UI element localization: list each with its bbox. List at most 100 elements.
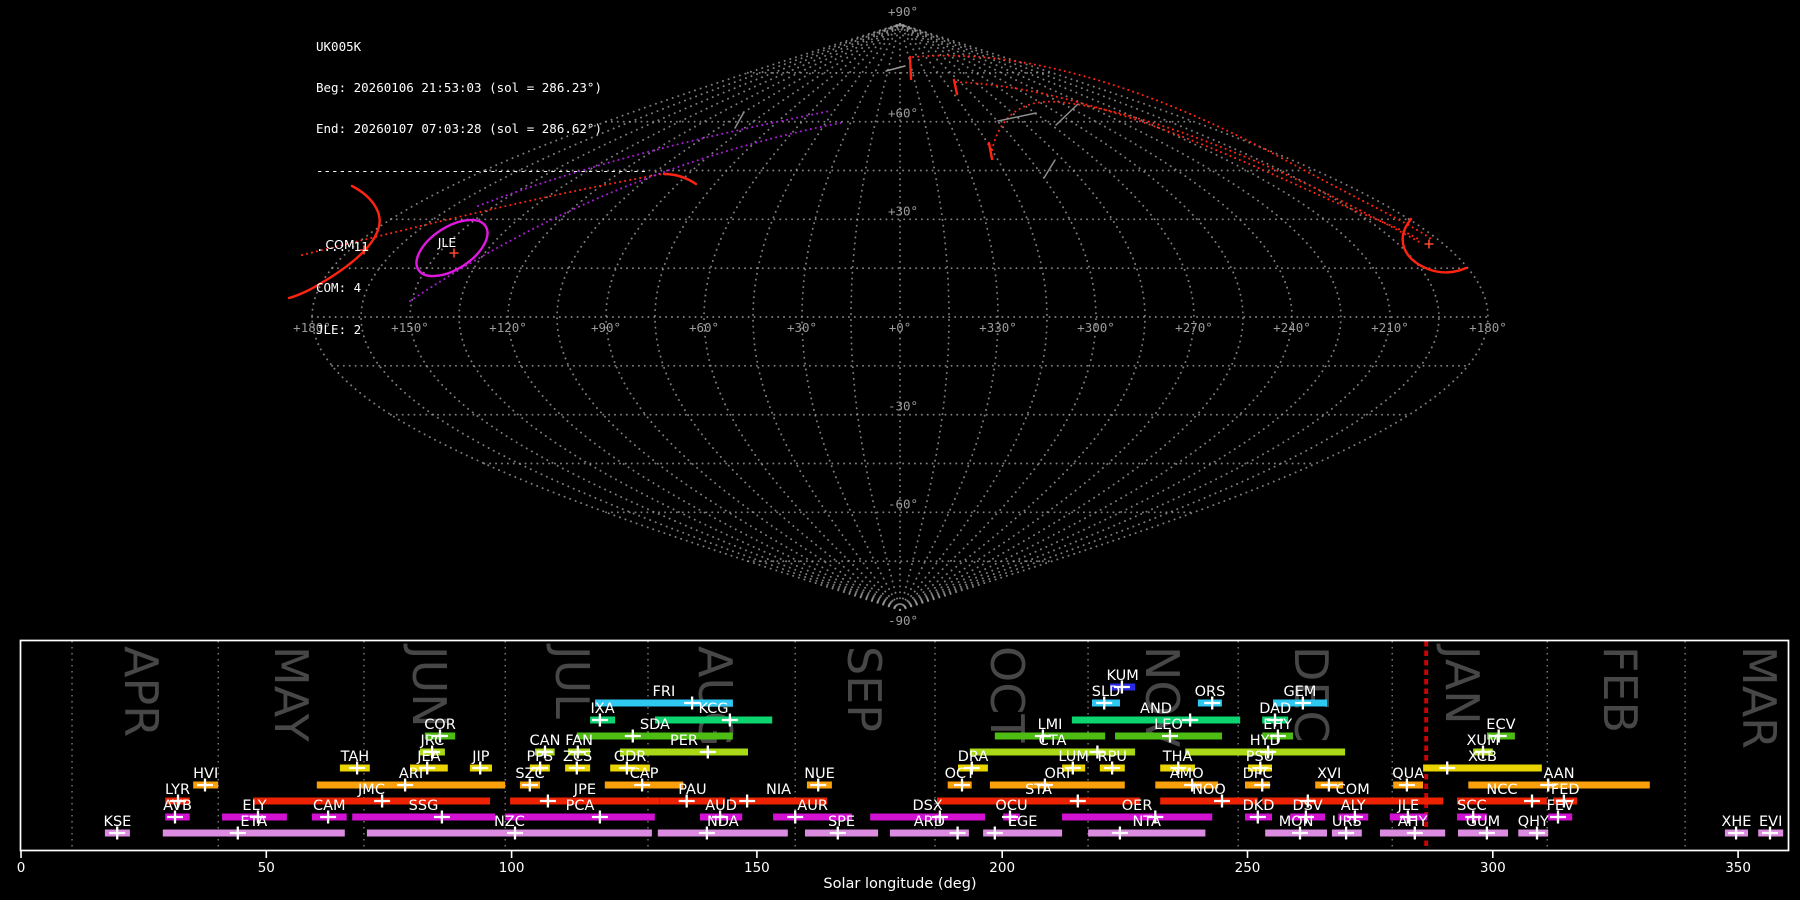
shower-code-label: NDA [707,814,739,830]
observation-info-panel: UK005K Beg: 20260106 21:53:03 (sol = 286… [316,12,647,378]
shower-code-label: SCC [1457,798,1486,814]
meteor-observation-display: COM JLE +180° +150° +120° +90° +60° +30° +0° +33… [17,4,1790,892]
shower-code-label: GEM [1284,684,1317,700]
axis-tick-label: 300 [1480,860,1506,876]
shower-max-marker [1111,826,1128,840]
sky-coordinate-label: +30° [888,203,918,218]
shower-code-label: PER [670,733,698,749]
shower-code-label: AND [1140,701,1172,717]
sky-coordinate-label: -90° [888,613,918,628]
shower-code-label: MON [1279,814,1314,830]
end-time: End: 20260107 07:03:28 (sol = 286.62°) [316,121,602,137]
radiant-center-marker [1424,239,1434,249]
meteor-trail-segment [885,65,906,72]
shower-code-label: FRI [653,684,676,700]
shower-code-label: PAU [678,782,706,798]
axis-tick-label: 100 [499,860,525,876]
shower-bar [576,732,733,740]
shower-bar [352,813,495,821]
shower-code-label: GDR [614,749,646,765]
shower-code-label: JEA [416,749,440,765]
meteor-trail-segment [987,141,994,161]
axis-tick-label: 0 [17,860,26,876]
shower-code-label: OCU [995,798,1027,814]
axis-tick-label: 200 [989,860,1015,876]
shower-code-label: LMI [1038,717,1063,733]
sky-coordinate-label: +330° [979,320,1017,335]
shower-code-label: AVB [163,798,192,814]
shower-code-label: THA [1162,749,1193,765]
shower-code-label: AHY [1398,814,1428,830]
sky-grid-meridian [605,23,901,611]
shower-code-label: GUM [1466,814,1500,830]
shower-bar [253,797,491,805]
month-label: JUN [402,643,456,728]
shower-code-label: ELY [242,798,266,814]
shower-code-label: NTA [1132,814,1161,830]
begin-time: Beg: 20260106 21:53:03 (sol = 286.23°) [316,79,602,95]
sky-coordinate-label: +300° [1077,320,1115,335]
axis-tick-label: 50 [258,860,275,876]
shower-code-label: OER [1122,798,1153,814]
shower-code-label: NOO [1192,782,1226,798]
shower-code-label: XCB [1468,749,1497,765]
shower-timeline-chart: APR MAY JUN JUL AUG SEP OCT NOV DEC JAN FEB MARKUMF… [17,639,1790,892]
month-label: MAY [264,646,318,743]
shower-max-marker [949,826,966,840]
meteor-trail-segment [734,111,745,129]
shower-bar [505,813,655,821]
shower-code-label: NZC [494,814,525,830]
shower-bar [657,829,788,837]
meteor-trail-dotted [991,100,1422,244]
shower-code-label: DSV [1292,798,1322,814]
sky-coordinate-label: -60° [888,496,918,511]
axis-tick-label: 250 [1235,860,1261,876]
shower-code-label: TAH [340,749,370,765]
shower-code-label: QUA [1392,766,1424,782]
sky-coordinate-label: +0° [889,320,912,335]
shower-code-label: HYD [1250,733,1281,749]
sky-coordinate-label: +60° [689,320,719,335]
shower-code-label: SLD [1092,684,1120,700]
shower-bar [162,829,345,837]
meteor-trail-segment [662,172,698,186]
shower-code-label: FEV [1547,798,1575,814]
sky-coordinate-label: +270° [1175,320,1213,335]
shower-bar [654,716,773,724]
month-label: OCT [980,646,1034,743]
shower-code-label: FAN [565,733,593,749]
axis-tick-label: 350 [1725,860,1751,876]
month-label: SEP [837,646,891,732]
shower-code-label: STA [1025,782,1052,798]
shower-code-label: KCG [698,701,728,717]
count-sporadic: ...: 11 [316,238,369,254]
shower-code-label: ORS [1195,684,1226,700]
sky-coordinate-label: -30° [888,399,918,414]
shower-code-label: NUE [804,766,835,782]
count-com: COM: 4 [316,280,362,296]
shower-max-marker [1439,761,1456,775]
shower-code-label: COM [1336,782,1370,798]
month-label: MAR [1732,646,1786,749]
shower-code-label: CAP [630,766,659,782]
shower-max-marker [986,826,1003,840]
shower-code-label: ECV [1486,717,1515,733]
shower-code-label: ORI [1045,766,1071,782]
sky-coordinate-label: +60° [888,106,918,121]
sky-coordinate-label: +240° [1273,320,1311,335]
sky-coordinate-label: +180° [1469,320,1507,335]
meteor-trail-segment [1043,159,1056,179]
shower-code-label: CAM [313,798,346,814]
month-label: APR [114,646,168,737]
separator-line: ----------------------------------------… [316,162,648,178]
shower-code-label: LEO [1154,717,1183,733]
shower-code-label: AMO [1170,766,1204,782]
shower-code-label: JMC [357,782,385,798]
shower-max-marker [624,729,641,743]
meteor-trail-dotted [955,81,1421,241]
month-label: AUG [688,646,742,747]
shower-code-label: SSG [409,798,439,814]
month-label: FEB [1593,646,1647,733]
meteor-trail-segment [908,55,913,81]
shower-bar [1088,829,1206,837]
